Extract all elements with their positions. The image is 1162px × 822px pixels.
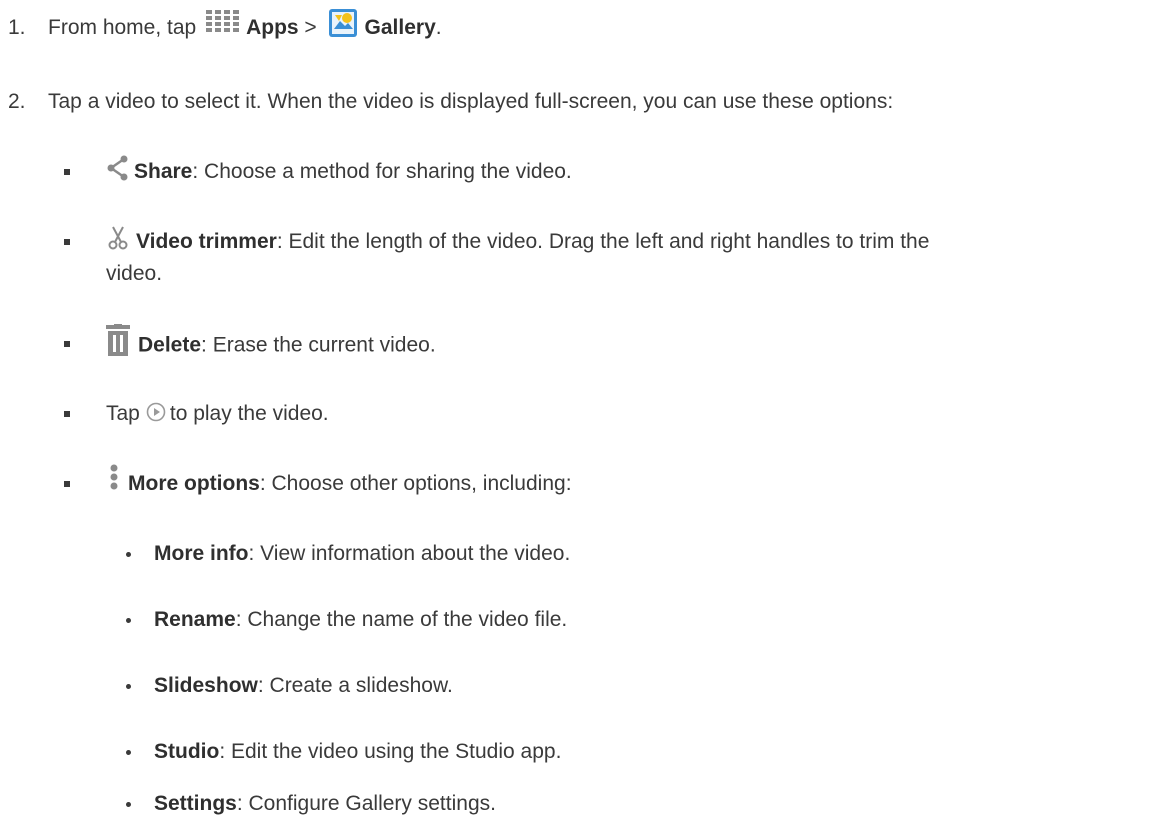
more-options-label: More options — [128, 472, 260, 495]
trash-icon — [106, 324, 130, 356]
share-row: Share: Choose a method for sharing the v… — [106, 155, 572, 186]
apps-grid-icon — [206, 10, 240, 34]
more-options-desc: : Choose other options, including: — [259, 472, 572, 495]
scissors-icon — [108, 226, 128, 250]
dot-bullet — [126, 750, 131, 755]
rename-label: Rename — [154, 608, 236, 631]
slideshow-label: Slideshow — [154, 674, 258, 697]
dot-bullet — [126, 552, 131, 557]
share-icon — [106, 155, 128, 181]
apps-label: Apps — [246, 16, 299, 39]
square-bullet — [64, 481, 70, 487]
delete-desc: : Erase the current video. — [201, 333, 436, 357]
rename-desc: : Change the name of the video file. — [235, 608, 568, 631]
share-desc: : Choose a method for sharing the video. — [192, 160, 572, 183]
dot-bullet — [126, 684, 131, 689]
gallery-icon — [328, 9, 357, 38]
slideshow-desc: : Create a slideshow. — [257, 674, 453, 697]
step-2-text: Tap a video to select it. When the video… — [48, 90, 894, 113]
delete-label: Delete — [138, 333, 202, 357]
step-number: 2. — [8, 90, 26, 113]
square-bullet — [64, 169, 70, 175]
option-video-trimmer-continued: video. — [106, 262, 163, 285]
step-number: 1. — [8, 16, 26, 39]
settings-label: Settings — [154, 792, 237, 815]
square-bullet — [64, 239, 70, 245]
square-bullet — [64, 341, 70, 347]
more-options-row: More options: Choose other options, incl… — [108, 464, 572, 498]
more-options-icon — [108, 464, 120, 492]
settings-desc: : Configure Gallery settings. — [236, 792, 496, 815]
share-label: Share — [134, 160, 193, 183]
step-1-text: From home, tap Apps > Gallery. — [48, 9, 442, 42]
dot-bullet — [126, 802, 131, 807]
play-icon — [146, 402, 166, 422]
play-row: Tap to play the video. — [106, 402, 329, 425]
delete-row: Delete: Erase the current video. — [106, 324, 436, 362]
studio-label: Studio — [154, 740, 220, 763]
square-bullet — [64, 411, 70, 417]
more-info-label: More info — [154, 542, 249, 565]
more-info-desc: : View information about the video. — [248, 542, 571, 565]
studio-desc: : Edit the video using the Studio app. — [219, 740, 562, 763]
dot-bullet — [126, 618, 131, 623]
gallery-label: Gallery — [364, 16, 436, 39]
video-trimmer-desc: : Edit the length of the video. Drag the… — [276, 230, 930, 253]
trimmer-row: Video trimmer: Edit the length of the vi… — [108, 226, 930, 256]
video-trimmer-label: Video trimmer — [136, 230, 277, 253]
